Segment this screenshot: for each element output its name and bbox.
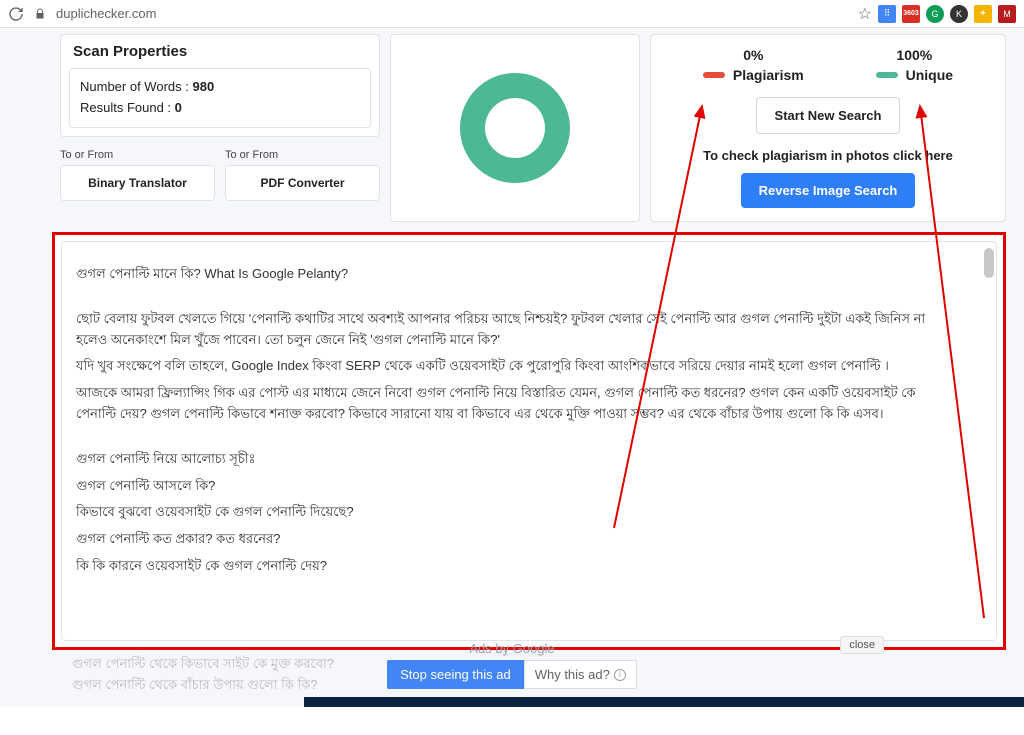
to-from-label-2: To or From xyxy=(225,145,380,165)
m-ext-icon[interactable]: M xyxy=(998,5,1016,23)
plagiarism-metric: 0% Plagiarism xyxy=(703,47,804,83)
star-icon[interactable]: ☆ xyxy=(858,4,872,24)
start-new-search-button[interactable]: Start New Search xyxy=(756,97,901,134)
content-textbox-highlight: গুগল পেনাল্টি মানে কি? What Is Google Pe… xyxy=(52,232,1006,650)
results-row: Results Found : 0 xyxy=(80,98,360,119)
plagiarism-chip xyxy=(703,72,725,78)
reload-icon[interactable] xyxy=(8,6,24,22)
word-count-row: Number of Words : 980 xyxy=(80,77,360,98)
translate-icon[interactable]: ⠿ xyxy=(878,5,896,23)
url-text[interactable]: duplichecker.com xyxy=(56,6,848,21)
pdf-converter-button[interactable]: PDF Converter xyxy=(225,165,380,201)
grammarly-icon[interactable]: G xyxy=(926,5,944,23)
text-list-4: কি কি কারনে ওয়েবসাইট কে গুগল পেনাল্টি দ… xyxy=(76,556,946,577)
unique-label: Unique xyxy=(906,67,953,83)
footer-strip xyxy=(304,697,1024,707)
extension-icons: ☆ ⠿ 3603 G K ✦ M xyxy=(858,4,1016,24)
unique-metric: 100% Unique xyxy=(876,47,953,83)
star-ext-icon[interactable]: ✦ xyxy=(974,5,992,23)
text-para-4: আজকে আমরা ফ্রিল্যান্সিং গিক এর পোস্ট এর … xyxy=(76,383,946,425)
unique-value: 100% xyxy=(876,47,953,63)
reverse-image-search-button[interactable]: Reverse Image Search xyxy=(741,173,916,208)
text-para-3: যদি খুব সংক্ষেপে বলি তাহলে, Google Index… xyxy=(76,356,946,377)
text-list-2: কিভাবে বুঝবো ওয়েবসাইট কে গুগল পেনাল্টি … xyxy=(76,502,946,523)
text-para-5: গুগল পেনাল্টি নিয়ে আলোচ্য সূচীঃ xyxy=(76,449,946,470)
k-ext-icon[interactable]: K xyxy=(950,5,968,23)
scrollbar-thumb[interactable] xyxy=(984,248,994,278)
gmail-icon[interactable]: 3603 xyxy=(902,5,920,23)
text-list-3: গুগল পেনাল্টি কত প্রকার? কত ধরনের? xyxy=(76,529,946,550)
donut-chart xyxy=(460,73,570,183)
scan-properties-title: Scan Properties xyxy=(61,35,379,68)
donut-chart-card xyxy=(390,34,640,222)
results-column: 0% Plagiarism 100% Unique xyxy=(650,34,1006,222)
plagiarism-value: 0% xyxy=(703,47,804,63)
browser-bar: duplichecker.com ☆ ⠿ 3603 G K ✦ M xyxy=(0,0,1024,28)
why-this-ad-button[interactable]: Why this ad?i xyxy=(524,660,637,689)
plagiarism-label: Plagiarism xyxy=(733,67,804,83)
scan-properties-card: Scan Properties Number of Words : 980 Re… xyxy=(60,34,380,137)
unique-chip xyxy=(876,72,898,78)
text-line-1: গুগল পেনাল্টি মানে কি? What Is Google Pe… xyxy=(76,264,946,285)
text-para-2: ছোট বেলায় ফুটবল খেলতে গিয়ে 'পেনাল্টি ক… xyxy=(76,309,946,351)
ads-container: Ads by Google Stop seeing this ad Why th… xyxy=(0,641,1024,689)
stop-seeing-ad-button[interactable]: Stop seeing this ad xyxy=(387,660,524,689)
text-list-1: গুগল পেনাল্টি আসলে কি? xyxy=(76,476,946,497)
check-plagiarism-text[interactable]: To check plagiarism in photos click here xyxy=(667,148,989,163)
content-textbox[interactable]: গুগল পেনাল্টি মানে কি? What Is Google Pe… xyxy=(61,241,997,641)
scan-properties-column: Scan Properties Number of Words : 980 Re… xyxy=(60,34,380,222)
ads-by-label: Ads by Google xyxy=(0,641,1024,656)
binary-translator-button[interactable]: Binary Translator xyxy=(60,165,215,201)
page-content: Scan Properties Number of Words : 980 Re… xyxy=(0,28,1024,707)
chart-column xyxy=(390,34,640,222)
lock-icon xyxy=(34,8,46,20)
info-icon: i xyxy=(614,669,626,681)
to-from-label-1: To or From xyxy=(60,145,215,165)
